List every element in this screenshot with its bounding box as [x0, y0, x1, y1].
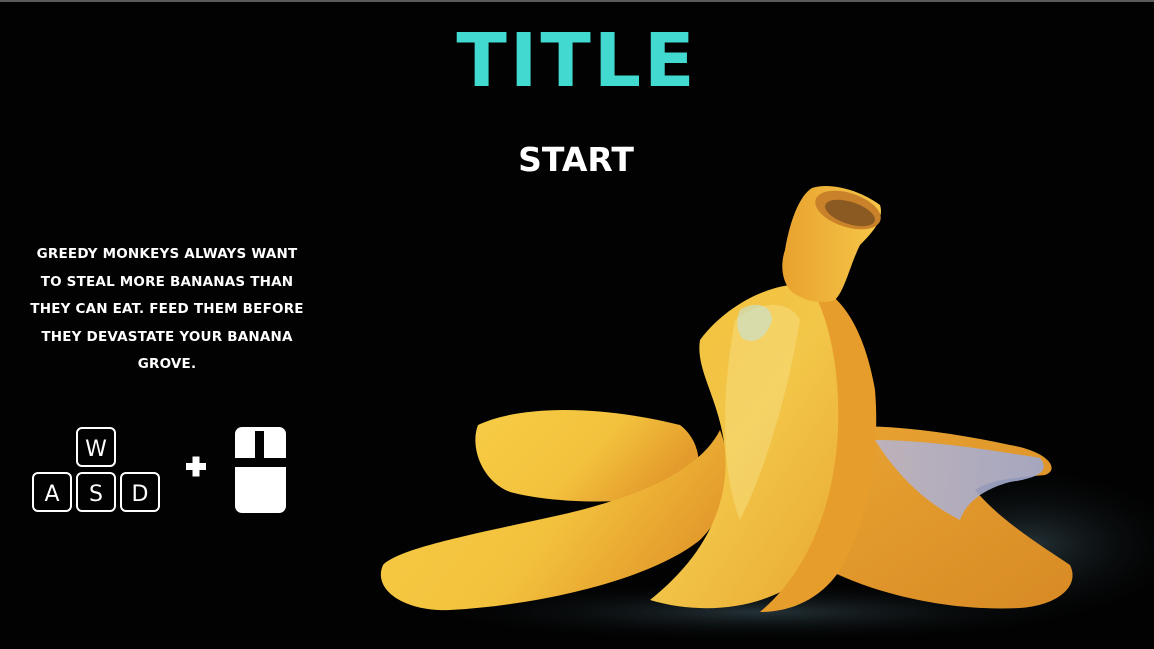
title-screen: TITLE START GREEDY MONKEYS ALWAYS WANT T… [0, 0, 1154, 649]
banana-peel-illustration [380, 185, 1154, 640]
